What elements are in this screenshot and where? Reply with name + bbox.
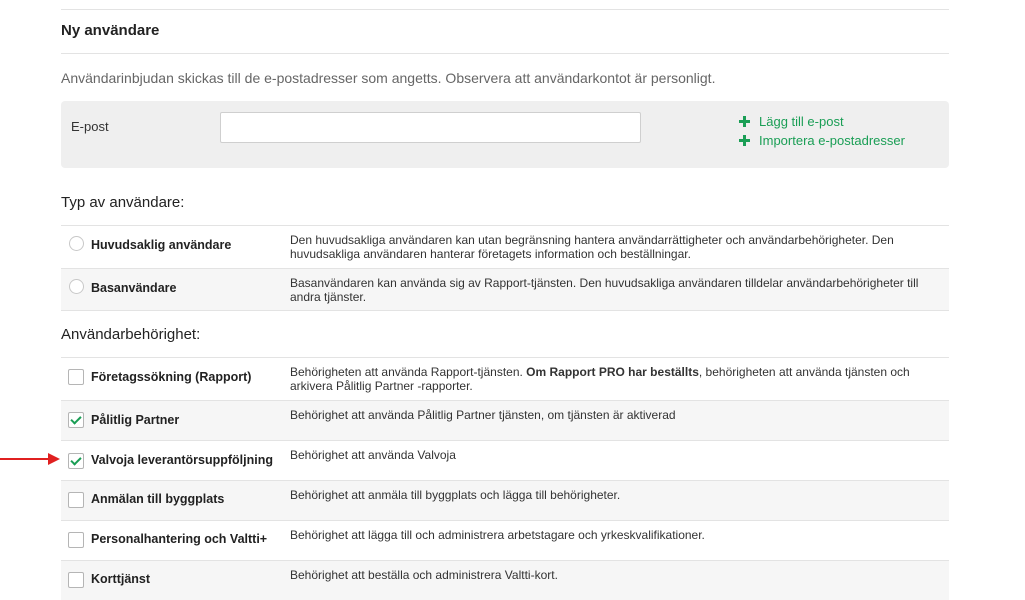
main-user-radio[interactable] xyxy=(69,236,84,251)
user-type-heading: Typ av användare: xyxy=(61,194,185,211)
user-type-row[interactable]: Basanvändare Basanvändaren kan använda s… xyxy=(61,268,949,311)
permission-label: Anmälan till byggplats xyxy=(91,492,225,506)
intro-text: Användarinbjudan skickas till de e-posta… xyxy=(61,70,716,86)
permission-row[interactable]: Företagssökning (Rapport) Behörigheten a… xyxy=(61,357,949,400)
permission-checkbox[interactable] xyxy=(68,412,84,428)
user-type-table: Huvudsaklig användare Den huvudsakliga a… xyxy=(61,225,949,311)
permission-label: Korttjänst xyxy=(91,572,151,586)
user-type-label: Huvudsaklig användare xyxy=(91,238,232,252)
permission-checkbox[interactable] xyxy=(68,572,84,588)
permission-label: Personalhantering och Valtti+ xyxy=(91,532,268,546)
permission-label: Företagssökning (Rapport) xyxy=(91,370,252,384)
user-type-row[interactable]: Huvudsaklig användare Den huvudsakliga a… xyxy=(61,225,949,268)
permission-checkbox[interactable] xyxy=(68,532,84,548)
permission-checkbox[interactable] xyxy=(68,453,84,469)
add-email-label: Lägg till e-post xyxy=(759,114,844,129)
permission-row[interactable]: Korttjänst Behörighet att beställa och a… xyxy=(61,560,949,600)
permission-desc: Behörighet att beställa och administrera… xyxy=(290,568,558,582)
red-arrow-icon xyxy=(0,453,60,465)
permission-desc: Behörighet att anmäla till byggplats och… xyxy=(290,488,621,502)
user-type-desc: Den huvudsakliga användaren kan utan beg… xyxy=(290,233,894,261)
permission-label: Valvoja leverantörsuppföljning xyxy=(91,453,273,467)
permission-checkbox[interactable] xyxy=(68,369,84,385)
permission-row[interactable]: Pålitlig Partner Behörighet att använda … xyxy=(61,400,949,440)
permission-desc: Behörighet att lägga till och administre… xyxy=(290,528,705,542)
permission-desc: Behörighet att använda Valvoja xyxy=(290,448,456,462)
page-title: Ny användare xyxy=(61,22,160,39)
user-type-desc: Basanvändaren kan använda sig av Rapport… xyxy=(290,276,919,304)
basic-user-radio[interactable] xyxy=(69,279,84,294)
email-panel: E-post Lägg till e-post Importera e-post… xyxy=(61,101,949,168)
user-type-label: Basanvändare xyxy=(91,281,177,295)
divider xyxy=(61,53,949,54)
permission-desc: Behörighet att använda Pålitlig Partner … xyxy=(290,408,676,422)
permission-checkbox[interactable] xyxy=(68,492,84,508)
permission-label: Pålitlig Partner xyxy=(91,413,180,427)
email-field[interactable] xyxy=(220,112,641,143)
plus-icon xyxy=(739,134,751,147)
permissions-table: Företagssökning (Rapport) Behörigheten a… xyxy=(61,357,949,600)
permission-row[interactable]: Valvoja leverantörsuppföljning Behörighe… xyxy=(61,440,949,480)
permission-desc: Behörigheten att använda Rapport-tjänste… xyxy=(290,365,910,393)
add-email-link[interactable]: Lägg till e-post xyxy=(739,112,905,131)
permissions-heading: Användarbehörighet: xyxy=(61,326,201,343)
permission-row[interactable]: Anmälan till byggplats Behörighet att an… xyxy=(61,480,949,520)
permission-row[interactable]: Personalhantering och Valtti+ Behörighet… xyxy=(61,520,949,560)
plus-icon xyxy=(739,115,751,128)
import-emails-link[interactable]: Importera e-postadresser xyxy=(739,131,905,150)
import-emails-label: Importera e-postadresser xyxy=(759,133,905,148)
email-label: E-post xyxy=(71,119,109,134)
divider xyxy=(61,9,949,10)
email-actions: Lägg till e-post Importera e-postadresse… xyxy=(739,112,905,150)
